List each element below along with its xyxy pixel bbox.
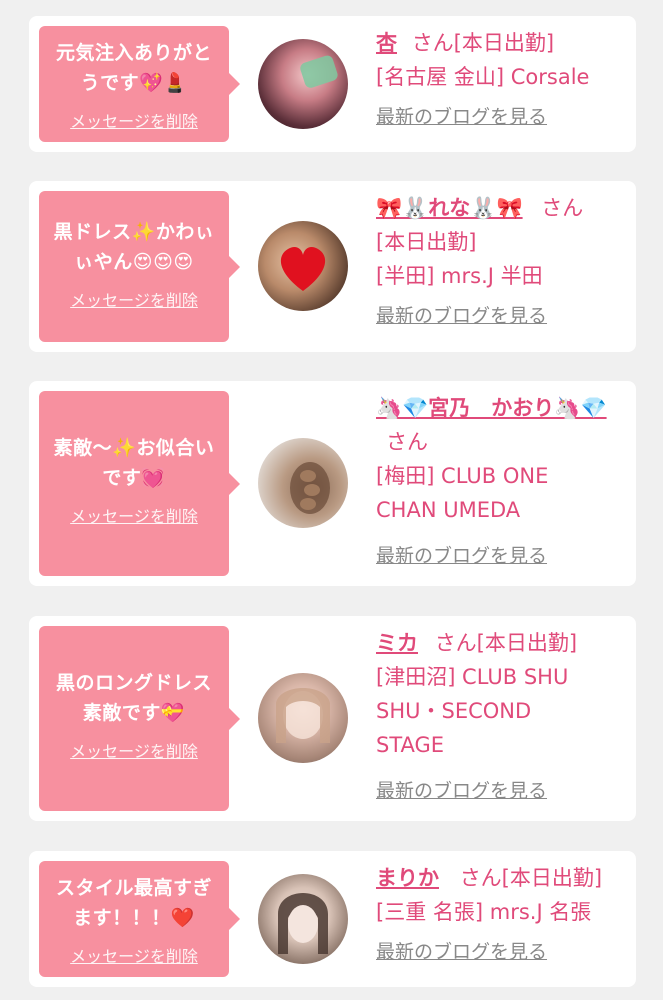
avatar[interactable] bbox=[258, 438, 348, 528]
delete-message-link[interactable]: メッセージを削除 bbox=[39, 108, 229, 132]
name-line: 🎀🐰れな🐰🎀 さん bbox=[376, 191, 631, 225]
avatar[interactable] bbox=[258, 673, 348, 763]
message-text: スタイル最高すぎます！！！❤️ bbox=[55, 877, 212, 929]
shop-line: SHU・SECOND bbox=[376, 699, 532, 723]
name-line: ミカ さん[本日出勤] bbox=[376, 626, 631, 660]
braided-hair-icon bbox=[290, 462, 330, 514]
avatar[interactable] bbox=[258, 39, 348, 129]
message-card: 黒のロングドレス素敵です💝 メッセージを削除 ミカ さん[本日出勤] [津田沼]… bbox=[29, 616, 636, 821]
cast-info: ミカ さん[本日出勤] [津田沼] CLUB SHU SHU・SECOND ST… bbox=[376, 626, 631, 803]
cast-name-link[interactable]: ミカ bbox=[376, 631, 418, 655]
latest-blog-link[interactable]: 最新のブログを見る bbox=[376, 301, 547, 328]
latest-blog-link[interactable]: 最新のブログを見る bbox=[376, 102, 547, 129]
cast-info: 🎀🐰れな🐰🎀 さん [本日出勤] [半田] mrs.J 半田 最新のブログを見る bbox=[376, 191, 631, 328]
message-bubble: 黒ドレス✨かわぃぃやん😍😍😍 メッセージを削除 bbox=[39, 191, 240, 342]
avatar-photo-icon bbox=[300, 55, 338, 88]
message-text: 黒ドレス✨かわぃぃやん😍😍😍 bbox=[53, 221, 215, 273]
shop-line: [津田沼] CLUB SHU bbox=[376, 665, 569, 689]
message-bubble: スタイル最高すぎます！！！❤️ メッセージを削除 bbox=[39, 861, 240, 977]
cast-info: 🦄💎宮乃 かおり🦄💎 さん [梅田] CLUB ONE CHAN UMEDA 最… bbox=[376, 391, 631, 568]
heart-icon bbox=[280, 246, 326, 291]
shop-line: [梅田] CLUB ONE bbox=[376, 464, 549, 488]
message-text: 素敵〜✨お似合いです💓 bbox=[53, 437, 215, 489]
name-line: 杏 さん[本日出勤] bbox=[376, 26, 631, 60]
name-line: 🦄💎宮乃 かおり🦄💎 さん bbox=[376, 391, 631, 459]
message-text: 黒のロングドレス素敵です💝 bbox=[55, 672, 212, 724]
message-card: スタイル最高すぎます！！！❤️ メッセージを削除 まりか さん[本日出勤] [三… bbox=[29, 851, 636, 987]
shop-line: [名古屋 金山] Corsale bbox=[376, 65, 590, 89]
message-text: 元気注入ありがとうです💖💄 bbox=[55, 42, 212, 94]
san-label: さん bbox=[541, 196, 584, 220]
cast-name-link[interactable]: 🎀🐰れな🐰🎀 bbox=[376, 196, 523, 220]
shop-line: CHAN UMEDA bbox=[376, 498, 521, 522]
shop-line: [半田] mrs.J 半田 bbox=[376, 264, 543, 288]
shop-line: [三重 名張] mrs.J 名張 bbox=[376, 900, 592, 924]
latest-blog-link[interactable]: 最新のブログを見る bbox=[376, 937, 547, 964]
avatar[interactable] bbox=[258, 874, 348, 964]
cast-info: まりか さん[本日出勤] [三重 名張] mrs.J 名張 最新のブログを見る bbox=[376, 861, 631, 964]
message-bubble: 黒のロングドレス素敵です💝 メッセージを削除 bbox=[39, 626, 240, 811]
san-label: さん[本日出勤] bbox=[411, 31, 555, 55]
message-card: 元気注入ありがとうです💖💄 メッセージを削除 杏 さん[本日出勤] [名古屋 金… bbox=[29, 16, 636, 152]
message-card: 素敵〜✨お似合いです💓 メッセージを削除 🦄💎宮乃 かおり🦄💎 さん [梅田] … bbox=[29, 381, 636, 586]
san-label: さん[本日出勤] bbox=[434, 631, 578, 655]
delete-message-link[interactable]: メッセージを削除 bbox=[39, 738, 229, 762]
top-edge bbox=[0, 0, 663, 16]
delete-message-link[interactable]: メッセージを削除 bbox=[39, 503, 229, 527]
name-line: まりか さん[本日出勤] bbox=[376, 861, 631, 895]
shop-line: STAGE bbox=[376, 733, 445, 757]
cast-name-link[interactable]: まりか bbox=[376, 866, 439, 890]
cast-info: 杏 さん[本日出勤] [名古屋 金山] Corsale 最新のブログを見る bbox=[376, 26, 631, 129]
message-card: 黒ドレス✨かわぃぃやん😍😍😍 メッセージを削除 🎀🐰れな🐰🎀 さん [本日出勤]… bbox=[29, 181, 636, 352]
message-bubble: 素敵〜✨お似合いです💓 メッセージを削除 bbox=[39, 391, 240, 576]
avatar-photo-icon bbox=[278, 893, 328, 954]
avatar-photo-icon bbox=[276, 688, 330, 743]
san-label: さん bbox=[386, 430, 428, 454]
latest-blog-link[interactable]: 最新のブログを見る bbox=[376, 541, 547, 568]
delete-message-link[interactable]: メッセージを削除 bbox=[39, 943, 229, 967]
san-label: さん[本日出勤] bbox=[459, 866, 603, 890]
shop-line: [本日出勤] bbox=[376, 230, 477, 254]
message-bubble: 元気注入ありがとうです💖💄 メッセージを削除 bbox=[39, 26, 240, 142]
cast-name-link[interactable]: 杏 bbox=[376, 31, 397, 55]
latest-blog-link[interactable]: 最新のブログを見る bbox=[376, 776, 547, 803]
delete-message-link[interactable]: メッセージを削除 bbox=[39, 287, 229, 311]
cast-name-link[interactable]: 🦄💎宮乃 かおり🦄💎 bbox=[376, 396, 607, 420]
avatar[interactable] bbox=[258, 221, 348, 311]
